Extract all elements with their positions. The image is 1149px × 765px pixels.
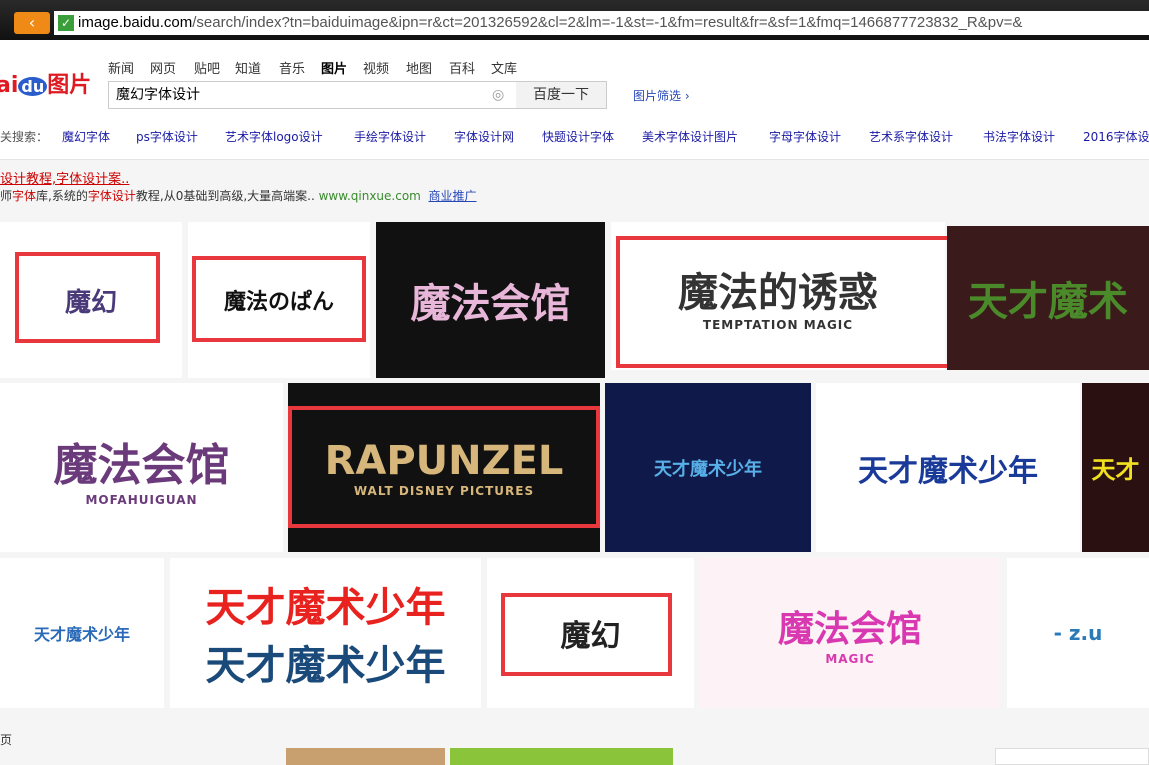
image-tile[interactable]: 魔法会馆 MAGIC [700,558,1000,708]
nav-tab[interactable]: 图片 [321,58,347,77]
highlight-box [501,593,672,676]
highlight-box [192,256,366,342]
image-tile[interactable] [995,748,1149,765]
image-title-text: 魔法会馆 [777,609,922,650]
image-tile[interactable]: 天才 [1082,383,1149,552]
related-search-link[interactable]: 字母字体设计 [769,128,841,145]
ad-text: 库,系统的 [36,189,88,203]
image-title-text: 天才魔术少年 [654,458,762,480]
nav-tab[interactable]: 视频 [363,58,389,77]
ad-promo-link[interactable]: 商业推广 [429,189,477,203]
image-tile[interactable]: 天才魔术 [947,226,1149,370]
image-title-text: 魔法会馆 [410,281,571,327]
image-tile[interactable] [286,748,445,765]
highlight-box [616,236,956,368]
nav-tab[interactable]: 新闻 [108,58,134,77]
logo-suffix: 图片 [47,73,92,98]
search-input[interactable]: 魔幻字体设计 [108,81,517,109]
related-search-link[interactable]: 书法字体设计 [983,128,1055,145]
related-search-link[interactable]: ps字体设计 [136,128,198,145]
camera-icon[interactable]: ◎ [492,87,504,103]
nav-tab[interactable]: 知道 [235,58,261,77]
related-search-link[interactable]: 艺术字体logo设计 [225,128,323,145]
nav-tab[interactable]: 音乐 [279,58,305,77]
image-title-text: - z.u [1053,621,1103,645]
image-title-text: 魔法会馆 [53,439,230,491]
image-title-text: 天才魔术少年 [33,625,130,644]
ad-text: 字体 [12,189,37,203]
url-path: /search/index?tn=baiduimage&ipn=r&ct=201… [192,14,1023,31]
related-search-link[interactable]: 艺术系字体设计 [869,128,953,145]
ad-text: 教程,从0基础到高级,大量高端案.. [135,189,315,203]
image-tile[interactable]: 天才魔术少年 [605,383,811,552]
address-bar[interactable]: image.baidu.com/search/index?tn=baiduima… [54,11,1149,35]
related-search-link[interactable]: 快题设计字体 [542,128,614,145]
image-title-text: 天才 [1091,456,1140,484]
nav-tab[interactable]: 网页 [150,58,176,77]
pager-text: 页 [0,733,13,747]
logo-text: ai [0,73,19,98]
image-tile[interactable]: 魔法会馆 MOFAHUIGUAN [0,383,283,552]
image-title-text: 天才魔术少年 [205,585,446,631]
url-host: image.baidu.com [78,14,193,31]
image-subtitle-text: MOFAHUIGUAN [85,492,198,507]
back-button[interactable]: ‹ [14,12,50,34]
image-title-text: 天才魔术少年 [205,643,446,689]
related-search-link[interactable]: 字体设计网 [454,128,514,145]
related-search-link[interactable]: 2016字体设 [1083,128,1149,145]
nav-tab[interactable]: 地图 [406,58,432,77]
image-tile[interactable]: 魔法会馆 [376,222,605,378]
image-tile[interactable]: - z.u [1007,558,1149,708]
image-tile[interactable]: 天才魔术少年 天才魔术少年 [170,558,481,708]
baidu-logo[interactable]: ai du 图片 [0,67,91,99]
secure-icon: ✓ [58,15,74,31]
ad-text: 字体设计 [87,189,136,203]
highlight-box [15,252,160,343]
related-search-link[interactable]: 手绘字体设计 [354,128,426,145]
ad-description: 师字体库,系统的字体设计教程,从0基础到高级,大量高端案.. www.qinxu… [0,187,477,204]
image-title-text: 天才魔术 [968,279,1128,325]
image-tile[interactable]: 天才魔术少年 [0,558,164,708]
logo-paw: du [18,77,48,96]
nav-tab[interactable]: 文库 [491,58,517,77]
ad-text: 师 [0,189,13,203]
related-search-link[interactable]: 美术字体设计图片 [642,128,738,145]
ad-site: www.qinxue.com [318,189,421,203]
image-filter-link[interactable]: 图片筛选 › [633,87,690,104]
highlight-box [288,406,600,528]
related-search-link[interactable]: 魔幻字体 [62,128,110,145]
related-search-label: 关搜索： [0,130,49,144]
image-title-text: 天才魔术少年 [858,453,1038,489]
image-tile[interactable] [450,748,673,765]
ad-title-link[interactable]: 设计教程,字体设计案.. [0,168,129,187]
nav-tab[interactable]: 百科 [449,58,475,77]
nav-tab[interactable]: 贴吧 [194,58,220,77]
search-button[interactable]: 百度一下 [516,81,607,109]
image-tile[interactable]: 天才魔术少年 [816,383,1080,552]
image-subtitle-text: MAGIC [825,652,875,666]
